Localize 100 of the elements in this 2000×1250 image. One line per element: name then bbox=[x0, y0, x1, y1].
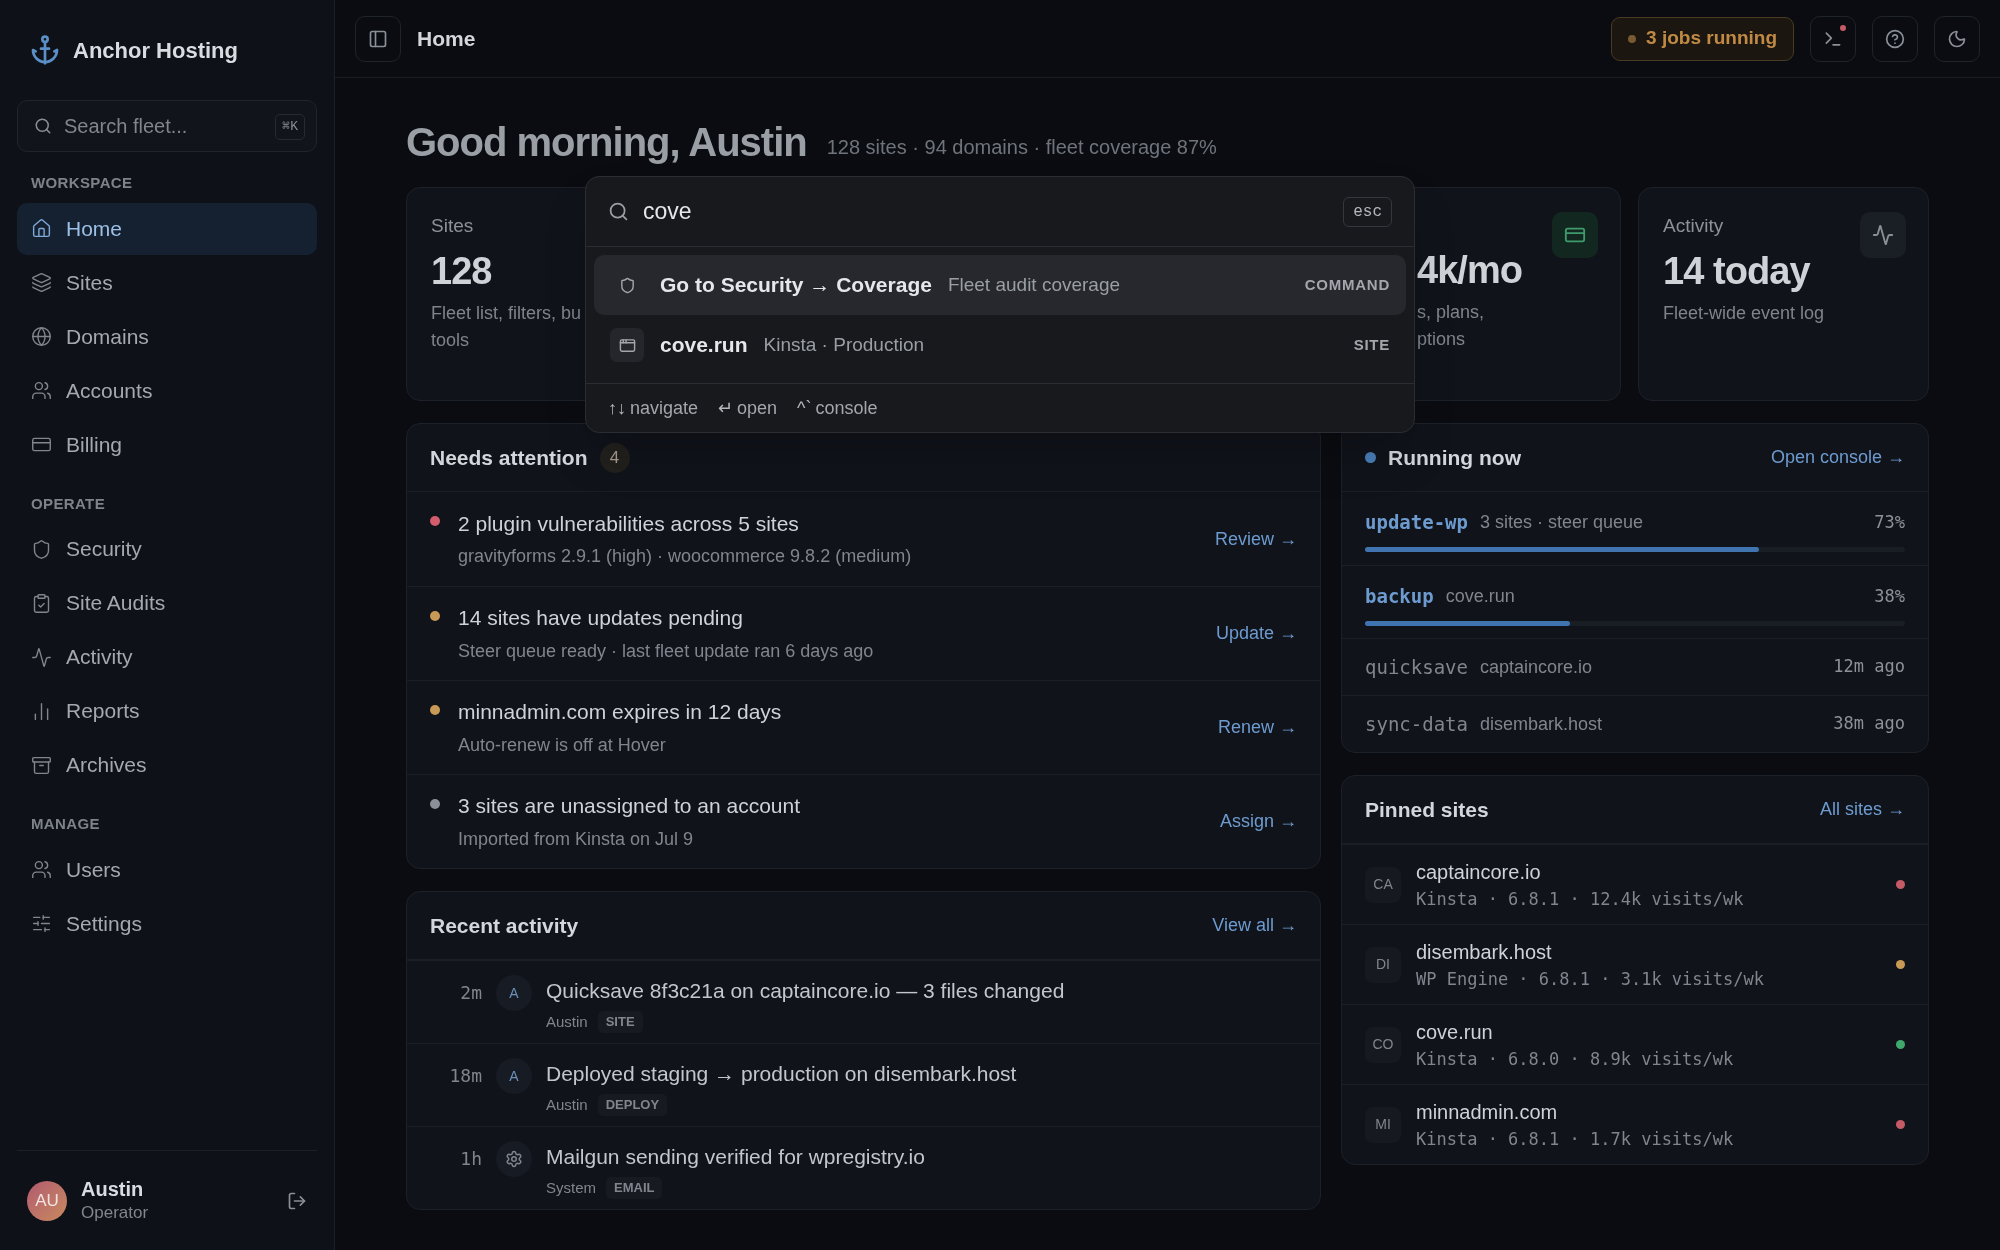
panel-title: Recent activity bbox=[430, 912, 579, 939]
hint-label: open bbox=[737, 396, 778, 420]
home-icon bbox=[31, 218, 52, 239]
result-subtitle: Fleet audit coverage bbox=[947, 272, 1121, 297]
site-initials: MI bbox=[1365, 1106, 1401, 1143]
nav-item[interactable]: Security bbox=[17, 523, 317, 575]
stat-description: Fleet list, filters, bu bbox=[431, 301, 582, 325]
stat-label: Activity bbox=[1663, 214, 1724, 238]
shortcut-key: ⌘K bbox=[275, 114, 305, 140]
site-initials: DI bbox=[1365, 946, 1401, 983]
panel-title: Needs attention bbox=[430, 444, 588, 471]
greeting-title: Good morning, Austin bbox=[406, 122, 807, 162]
nav-item[interactable]: Home bbox=[17, 202, 317, 255]
pulse-icon bbox=[31, 646, 52, 668]
action-link[interactable]: Renew → bbox=[1217, 714, 1297, 741]
nav-item[interactable]: Reports bbox=[17, 685, 317, 737]
site-initials: CO bbox=[1365, 1026, 1401, 1063]
nav-item[interactable]: Users bbox=[17, 843, 317, 896]
window-icon bbox=[618, 336, 636, 354]
nav-item[interactable]: Settings bbox=[17, 897, 317, 950]
nav-item[interactable]: Accounts bbox=[17, 364, 317, 417]
issue-detail: Imported from Kinsta on Jul 9 bbox=[458, 827, 695, 851]
activity-title: Deployed staging → production on disembark.host bbox=[546, 1061, 1017, 1087]
nav-item[interactable]: Site Audits bbox=[17, 577, 317, 629]
activity-title: Quicksave 8f3c21a on captaincore.io — 3 files changed bbox=[546, 978, 1065, 1004]
site-meta: Kinsta · 6.8.1 · 1.7k visits/wk bbox=[1416, 1127, 1734, 1151]
help-icon bbox=[1885, 28, 1905, 49]
result-title: cove.run bbox=[660, 332, 748, 359]
hint-key: ↑↓ bbox=[608, 394, 626, 422]
command-input[interactable]: cove bbox=[643, 194, 1330, 229]
command-result[interactable]: cove.run Kinsta · Production SITE bbox=[594, 315, 1406, 375]
count-badge: 4 bbox=[599, 442, 630, 473]
sliders-icon bbox=[31, 913, 52, 934]
user-name: Austin bbox=[81, 1177, 145, 1203]
site-meta: WP Engine · 6.8.1 · 3.1k visits/wk bbox=[1416, 967, 1764, 991]
job-target: 3 sites · steer queue bbox=[1479, 510, 1644, 534]
panel-link[interactable]: View all → bbox=[1212, 912, 1297, 939]
jobs-badge[interactable]: 3 jobs running bbox=[1611, 16, 1794, 61]
command-result[interactable]: Go to Security → Coverage Fleet audit coverage COMMAND bbox=[594, 255, 1406, 315]
logout-icon[interactable] bbox=[287, 1190, 307, 1211]
hint-label: console bbox=[815, 396, 878, 420]
nav-item[interactable]: Activity bbox=[17, 631, 317, 683]
activity-tag: DEPLOY bbox=[597, 1094, 668, 1116]
site-name: disembark.host bbox=[1416, 939, 1553, 965]
time-label: 1h bbox=[459, 1147, 482, 1171]
globe-icon bbox=[31, 326, 52, 347]
site-initials: CA bbox=[1365, 866, 1401, 903]
search-icon bbox=[34, 117, 52, 135]
panel-link[interactable]: Open console → bbox=[1770, 444, 1905, 471]
layers-icon bbox=[31, 272, 52, 293]
job-reading: 38m ago bbox=[1833, 712, 1905, 736]
job-name: update-wp bbox=[1365, 510, 1468, 535]
action-link[interactable]: Review → bbox=[1214, 525, 1297, 553]
stat-value: 128 bbox=[431, 248, 492, 294]
job-target: disembark.host bbox=[1479, 712, 1602, 736]
actor-name: Austin bbox=[546, 1011, 588, 1032]
result-title: Go to Security → Coverage bbox=[660, 272, 932, 299]
panel-icon bbox=[368, 28, 388, 49]
site-meta: Kinsta · 6.8.1 · 12.4k visits/wk bbox=[1416, 887, 1744, 911]
nav-item[interactable]: Billing bbox=[17, 418, 317, 471]
result-subtitle: Kinsta · Production bbox=[763, 332, 925, 357]
archive-icon bbox=[31, 754, 52, 776]
theme-toggle-button[interactable] bbox=[1934, 15, 1980, 62]
esc-key: esc bbox=[1343, 196, 1392, 227]
stat-description: Fleet-wide event log bbox=[1663, 301, 1825, 325]
actor-name: System bbox=[546, 1177, 596, 1198]
panel-title: Pinned sites bbox=[1365, 796, 1489, 823]
help-button[interactable] bbox=[1872, 15, 1918, 62]
nav-item[interactable]: Sites bbox=[17, 256, 317, 309]
console-button[interactable] bbox=[1810, 15, 1856, 62]
stat-description: tools bbox=[431, 328, 470, 352]
panel-link[interactable]: All sites → bbox=[1819, 796, 1905, 823]
issue-detail: gravityforms 2.9.1 (high) · woocommerce 9.8.2 (medium) bbox=[458, 545, 912, 569]
sidebar-toggle-button[interactable] bbox=[355, 15, 401, 62]
users-icon bbox=[31, 380, 52, 401]
nav-item[interactable]: Domains bbox=[17, 310, 317, 363]
site-name: cove.run bbox=[1416, 1019, 1494, 1045]
shield-icon bbox=[618, 276, 636, 294]
panel-title: Running now bbox=[1388, 444, 1521, 471]
issue-detail: Steer queue ready · last fleet update ran 6 days ago bbox=[458, 639, 874, 663]
shield-icon bbox=[31, 538, 52, 560]
time-label: 2m bbox=[459, 981, 482, 1005]
user-role: Operator bbox=[81, 1202, 150, 1224]
action-link[interactable]: Assign → bbox=[1219, 808, 1297, 835]
action-link[interactable]: Update → bbox=[1215, 620, 1297, 647]
hint-key: ↵ bbox=[718, 394, 734, 422]
time-label: 18m bbox=[448, 1064, 482, 1088]
issue-title: minnadmin.com expires in 12 days bbox=[458, 699, 782, 726]
result-type: COMMAND bbox=[1304, 274, 1390, 295]
stat-label: Sites bbox=[431, 214, 474, 238]
issue-title: 14 sites have updates pending bbox=[458, 605, 744, 632]
stat-description: s, plans, bbox=[1417, 301, 1485, 324]
nav-item[interactable]: Archives bbox=[17, 739, 317, 791]
fleet-summary: 128 sites · 94 domains · fleet coverage 87% bbox=[826, 135, 1217, 160]
users-icon bbox=[31, 859, 52, 880]
anchor-logo-icon bbox=[29, 34, 61, 66]
job-target: cove.run bbox=[1445, 584, 1515, 608]
hint-key: ^` bbox=[797, 394, 812, 422]
activity-title: Mailgun sending verified for wpregistry.io bbox=[546, 1144, 925, 1170]
section-label: MANAGE bbox=[30, 814, 101, 834]
